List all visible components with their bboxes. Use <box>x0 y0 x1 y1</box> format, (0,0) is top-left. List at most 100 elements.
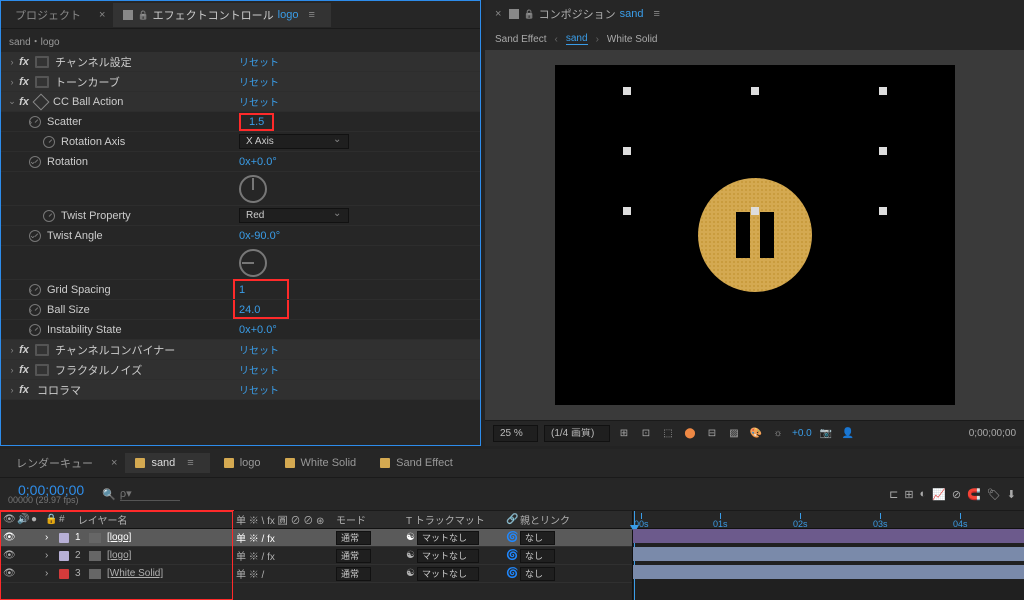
motion-blur-icon[interactable]: ◐ <box>920 488 927 501</box>
twirl-icon[interactable]: ⌄ <box>7 230 29 241</box>
snap-icon[interactable]: 🧲 <box>967 488 981 501</box>
mask-icon[interactable]: ⬚ <box>660 426 676 442</box>
project-tab[interactable]: プロジェクト <box>5 3 91 27</box>
reset-link[interactable]: リセット <box>239 382 279 397</box>
marker-icon[interactable]: ⬇ <box>1007 488 1016 501</box>
stopwatch-icon[interactable] <box>29 284 41 296</box>
visibility-toggle[interactable]: 👁 <box>0 568 14 579</box>
exposure-icon[interactable]: ☼ <box>770 426 786 442</box>
shy-icon[interactable]: ⊏ <box>889 488 898 501</box>
twirl-icon[interactable]: › <box>7 345 17 355</box>
visibility-toggle[interactable]: 👁 <box>0 532 14 543</box>
stopwatch-icon[interactable] <box>29 116 41 128</box>
stopwatch-icon[interactable] <box>43 136 55 148</box>
matte-icon[interactable]: ☯ <box>406 568 415 579</box>
effect-header-tone-curve[interactable]: › fx トーンカーブ リセット <box>1 72 480 92</box>
time-ruler[interactable]: 00s 01s 02s 03s 04s <box>633 511 1024 529</box>
lock-icon[interactable] <box>523 8 534 20</box>
pickwhip-icon[interactable]: 🌀 <box>503 550 517 561</box>
tab-close-icon[interactable]: × <box>107 457 121 469</box>
panel-menu-icon[interactable]: ≡ <box>648 8 666 20</box>
transform-handle[interactable] <box>751 207 759 215</box>
layer-row-mid[interactable]: 单 ※ / 通常 ☯マットなし 🌀 なし <box>233 565 632 583</box>
transform-handle[interactable] <box>623 87 631 95</box>
layer-switches[interactable]: 单 ※ / fx <box>233 530 333 545</box>
parent-select[interactable]: なし <box>520 549 555 563</box>
ball-size-value[interactable]: 24.0 <box>239 304 260 316</box>
parent-select[interactable]: なし <box>520 531 555 545</box>
grid-icon[interactable]: ⊞ <box>616 426 632 442</box>
layer-bar[interactable] <box>633 547 1024 561</box>
layer-switches[interactable]: 单 ※ / fx <box>233 548 333 563</box>
reset-link[interactable]: リセット <box>239 54 279 69</box>
layer-row-mid[interactable]: 单 ※ / fx 通常 ☯マットなし 🌀 なし <box>233 529 632 547</box>
layer-search[interactable]: 🔍 <box>102 488 212 501</box>
layer-bar[interactable] <box>633 565 1024 579</box>
instability-value[interactable]: 0x+0.0° <box>239 324 277 336</box>
pickwhip-icon[interactable]: 🌀 <box>503 532 517 543</box>
matte-icon[interactable]: ☯ <box>406 550 415 561</box>
twirl-icon[interactable]: › <box>7 285 29 295</box>
layer-color-swatch[interactable] <box>59 533 69 543</box>
stopwatch-icon[interactable] <box>29 324 41 336</box>
rotation-dial[interactable] <box>239 175 267 203</box>
effect-controls-tab[interactable]: エフェクトコントロール logo ≡ <box>113 3 330 27</box>
search-input[interactable] <box>120 488 180 501</box>
blend-mode-select[interactable]: 通常 <box>336 567 371 581</box>
transform-handle[interactable] <box>751 87 759 95</box>
reset-link[interactable]: リセット <box>239 74 279 89</box>
twirl-icon[interactable]: ⌄ <box>7 156 29 167</box>
layer-row[interactable]: 👁 › 1 [logo] <box>0 529 232 547</box>
panel-menu-icon[interactable]: ≡ <box>181 457 199 469</box>
track-matte-select[interactable]: マットなし <box>417 567 479 581</box>
timeline-tab-sand-effect[interactable]: Sand Effect <box>370 453 463 473</box>
layer-name[interactable]: [White Solid] <box>107 568 163 579</box>
transform-handle[interactable] <box>879 87 887 95</box>
panel-menu-icon[interactable]: ≡ <box>302 9 320 21</box>
twirl-icon[interactable]: › <box>7 385 17 395</box>
layer-name[interactable]: [logo] <box>107 532 131 543</box>
channel-icon[interactable]: ⬤ <box>682 426 698 442</box>
layer-name[interactable]: [logo] <box>107 550 131 561</box>
layer-switches[interactable]: 单 ※ / <box>233 566 333 581</box>
twirl-icon[interactable]: › <box>7 77 17 87</box>
frame-blend-icon[interactable]: ⊞ <box>904 488 913 501</box>
viewer-timecode[interactable]: 0;00;00;00 <box>969 428 1016 439</box>
composition-viewer[interactable] <box>485 50 1024 420</box>
twirl-icon[interactable]: › <box>42 550 56 561</box>
guides-icon[interactable]: ⊡ <box>638 426 654 442</box>
parent-select[interactable]: なし <box>520 567 555 581</box>
comp-canvas[interactable] <box>555 65 955 405</box>
twirl-icon[interactable]: › <box>7 325 29 335</box>
timeline-tab-sand[interactable]: sand≡ <box>125 453 209 473</box>
draft-icon[interactable]: ⊘ <box>952 488 961 501</box>
reset-link[interactable]: リセット <box>239 94 279 109</box>
timeline-tab-white-solid[interactable]: White Solid <box>275 453 367 473</box>
twirl-icon[interactable]: › <box>42 568 56 579</box>
stopwatch-icon[interactable] <box>43 210 55 222</box>
layer-row-mid[interactable]: 单 ※ / fx 通常 ☯マットなし 🌀 なし <box>233 547 632 565</box>
fx-icon[interactable]: fx <box>17 384 31 396</box>
snapshot-icon[interactable]: 📷 <box>818 426 834 442</box>
rotation-value[interactable]: 0x+0.0° <box>239 156 277 168</box>
layer-color-swatch[interactable] <box>59 569 69 579</box>
layer-row[interactable]: 👁 › 3 [White Solid] <box>0 565 232 583</box>
layer-color-swatch[interactable] <box>59 551 69 561</box>
reset-link[interactable]: リセット <box>239 342 279 357</box>
grid-spacing-value[interactable]: 1 <box>239 284 245 296</box>
show-snapshot-icon[interactable]: 👤 <box>840 426 856 442</box>
tag-icon[interactable]: 🏷 <box>987 488 1001 501</box>
transform-handle[interactable] <box>879 147 887 155</box>
twirl-icon[interactable]: ⌄ <box>7 96 17 107</box>
color-icon[interactable]: 🎨 <box>748 426 764 442</box>
effect-header-cc-ball-action[interactable]: ⌄ fx CC Ball Action リセット <box>1 92 480 112</box>
effect-header-colorama[interactable]: ›fx コロラマ リセット <box>1 380 480 400</box>
twirl-icon[interactable]: › <box>7 365 17 375</box>
twirl-icon[interactable]: › <box>7 57 17 67</box>
quality-select[interactable]: (1/4 画質) <box>544 425 610 442</box>
effect-header-fractal-noise[interactable]: ›fx フラクタルノイズ リセット <box>1 360 480 380</box>
preset-icon[interactable] <box>35 344 49 356</box>
twist-property-select[interactable]: Red <box>239 208 349 223</box>
fx-icon[interactable]: fx <box>17 56 31 68</box>
breadcrumb-item-active[interactable]: sand <box>566 33 588 45</box>
